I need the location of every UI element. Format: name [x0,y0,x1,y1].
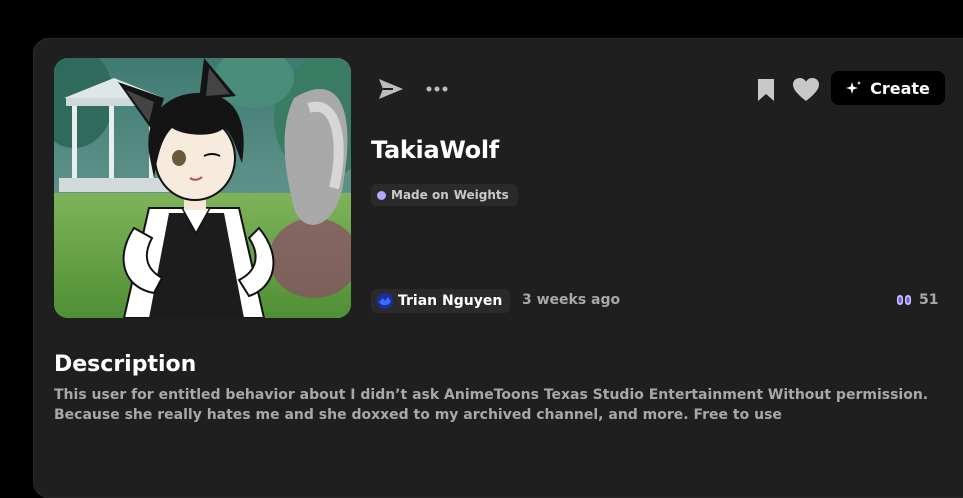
model-title: TakiaWolf [371,136,499,164]
author-chip[interactable]: Trian Nguyen [371,289,511,313]
create-button[interactable]: Create [831,71,945,105]
uses-stat: 51 [896,292,938,308]
uses-count: 51 [919,292,939,308]
author-name: Trian Nguyen [398,293,503,309]
heart-icon [793,78,819,101]
send-icon [379,79,403,99]
avatar-icon [377,293,393,309]
timestamp: 3 weeks ago [522,292,621,308]
avatar [377,293,393,309]
bookmark-icon [758,79,774,101]
more-options-button[interactable] [424,76,450,102]
create-label: Create [870,78,930,98]
share-button[interactable] [376,76,406,102]
description-heading: Description [54,352,197,377]
badge-platform: Weights [453,188,509,202]
like-button[interactable] [791,76,821,104]
badge-dot-icon [377,190,386,200]
thumbnail-image [54,58,351,318]
bookmark-button[interactable] [754,76,778,104]
uses-icon [897,295,911,305]
model-thumbnail[interactable] [54,58,351,318]
description-text: This user for entitled behavior about I … [54,387,929,423]
sparkle-icon [846,81,862,94]
badge-prefix: Made on [391,188,449,202]
platform-badge: Made on Weights [371,184,518,206]
more-icon [426,86,448,92]
